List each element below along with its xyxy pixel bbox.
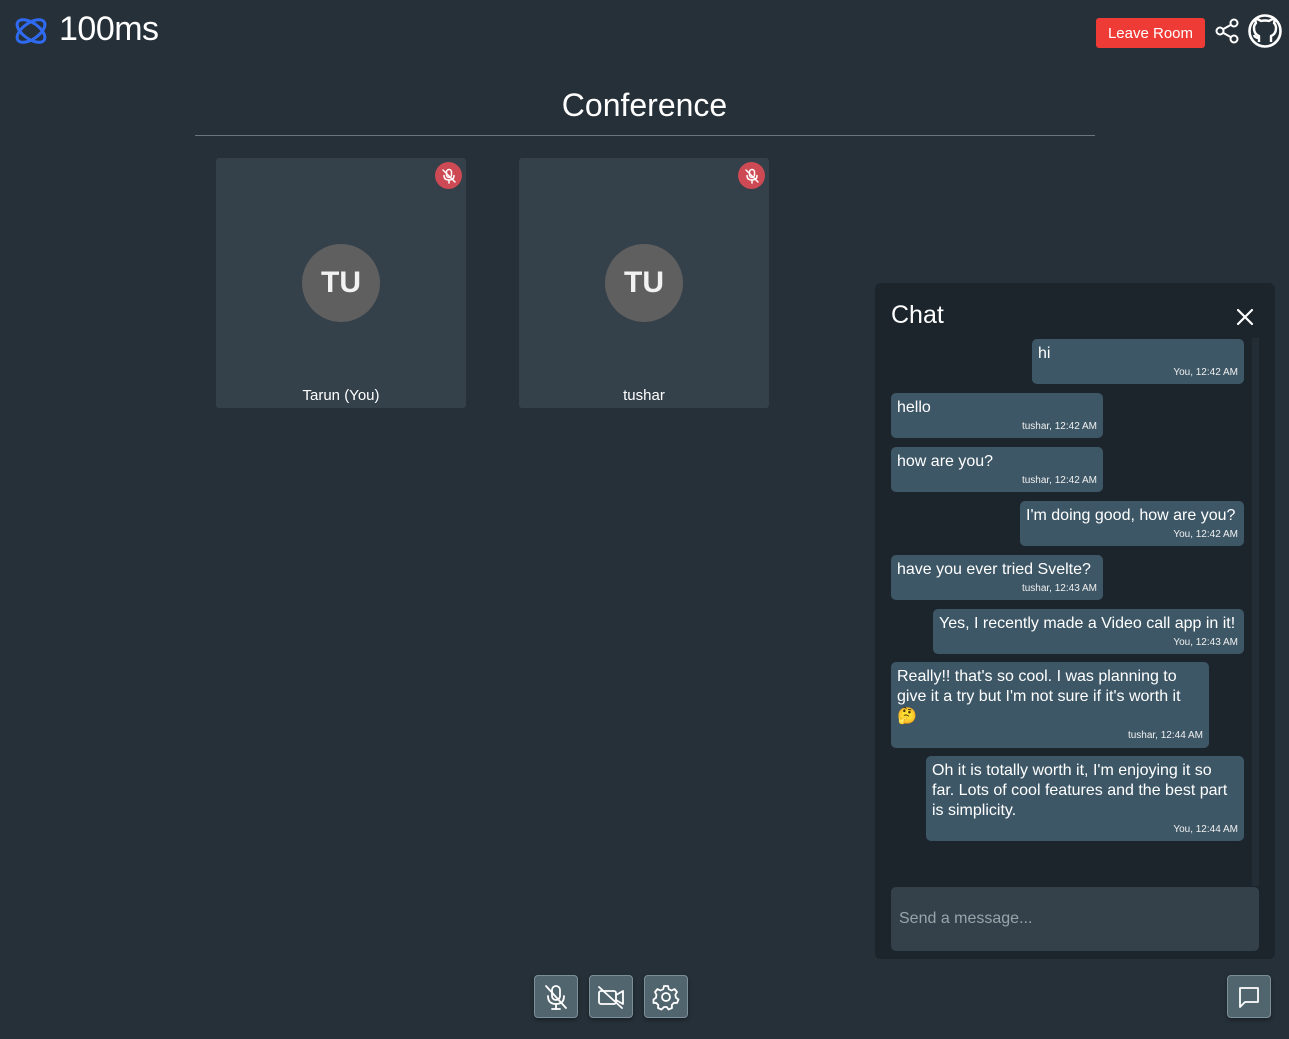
message-text: Really!! that's so cool. I was planning … bbox=[897, 668, 1181, 725]
mic-off-icon bbox=[545, 984, 567, 1010]
chat-panel: Chat hi You, 12:42 AM hello tushar, 12:4… bbox=[875, 283, 1275, 959]
chat-message: hello tushar, 12:42 AM bbox=[891, 393, 1103, 438]
page-title: Conference bbox=[561, 87, 728, 123]
participant-name: tushar bbox=[623, 387, 665, 404]
title-divider bbox=[195, 135, 1095, 136]
mic-off-icon bbox=[441, 168, 456, 184]
mute-mic-button[interactable] bbox=[534, 975, 578, 1018]
muted-badge bbox=[738, 162, 765, 189]
message-meta: You, 12:42 AM bbox=[1173, 367, 1238, 378]
gear-icon bbox=[652, 984, 680, 1010]
chat-message: how are you? tushar, 12:42 AM bbox=[891, 447, 1103, 492]
chat-message: Really!! that's so cool. I was planning … bbox=[891, 662, 1209, 748]
camera-toggle-button[interactable] bbox=[589, 975, 633, 1018]
message-input[interactable] bbox=[891, 887, 1259, 951]
muted-badge bbox=[435, 162, 462, 189]
avatar: TU bbox=[302, 244, 380, 322]
chat-message-mine: I'm doing good, how are you? You, 12:42 … bbox=[1020, 501, 1244, 546]
camera-off-icon bbox=[598, 985, 624, 1009]
participant-tile: TU Tarun (You) bbox=[216, 158, 466, 408]
participant-name: Tarun (You) bbox=[302, 387, 380, 404]
message-text: Yes, I recently made a Video call app in… bbox=[939, 615, 1236, 632]
brand-name: 100ms bbox=[59, 10, 159, 48]
chat-toggle-button[interactable] bbox=[1227, 975, 1271, 1018]
message-text: have you ever tried Svelte? bbox=[897, 561, 1091, 578]
message-meta: tushar, 12:42 AM bbox=[1021, 475, 1097, 486]
mic-off-icon bbox=[744, 168, 759, 184]
chat-icon bbox=[1239, 986, 1259, 1008]
message-text: hi bbox=[1038, 345, 1051, 362]
message-meta: tushar, 12:42 AM bbox=[1021, 421, 1097, 432]
message-text: Oh it is totally worth it, I'm enjoying … bbox=[932, 762, 1228, 819]
chat-message-mine: Yes, I recently made a Video call app in… bbox=[933, 609, 1244, 654]
settings-button[interactable] bbox=[644, 975, 688, 1018]
message-meta: You, 12:43 AM bbox=[1173, 637, 1238, 648]
message-text: I'm doing good, how are you? bbox=[1026, 507, 1236, 524]
message-text: hello bbox=[897, 399, 931, 416]
share-icon[interactable] bbox=[1214, 18, 1240, 44]
close-icon[interactable] bbox=[1234, 306, 1256, 328]
message-meta: You, 12:44 AM bbox=[1173, 824, 1238, 835]
chat-scrollbar[interactable] bbox=[1252, 338, 1259, 886]
participant-tile: TU tushar bbox=[519, 158, 769, 408]
message-text: how are you? bbox=[897, 453, 994, 470]
logo-icon bbox=[15, 18, 47, 44]
chat-message-mine: Oh it is totally worth it, I'm enjoying … bbox=[926, 756, 1244, 841]
avatar: TU bbox=[605, 244, 683, 322]
message-meta: You, 12:42 AM bbox=[1173, 529, 1238, 540]
message-meta: tushar, 12:43 AM bbox=[1021, 583, 1097, 594]
github-icon[interactable] bbox=[1247, 13, 1283, 49]
header: 100ms Leave Room bbox=[0, 0, 1289, 64]
chat-title: Chat bbox=[891, 301, 944, 329]
leave-room-button[interactable]: Leave Room bbox=[1096, 18, 1205, 48]
chat-message: have you ever tried Svelte? tushar, 12:4… bbox=[891, 555, 1103, 600]
message-meta: tushar, 12:44 AM bbox=[1127, 730, 1203, 741]
chat-message-mine: hi You, 12:42 AM bbox=[1032, 339, 1244, 384]
